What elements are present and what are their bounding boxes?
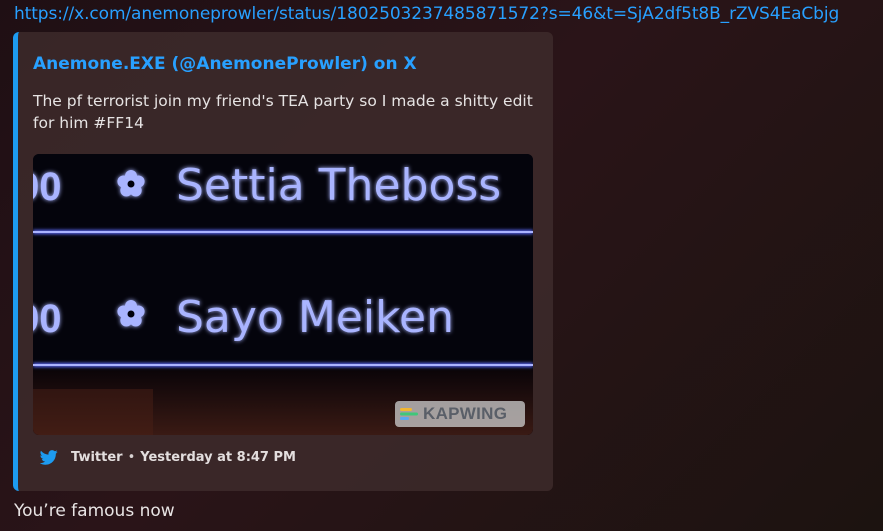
message-content: You’re famous now [14,501,175,521]
row1-name: Settia Theboss [176,160,501,211]
link-embed: Anemone.EXE (@AnemoneProwler) on X The p… [13,32,553,491]
row1-level: 90 [33,165,62,209]
twitter-bird-icon [40,450,58,465]
kapwing-logo-icon [400,408,418,420]
kapwing-watermark-text: KAPWING [423,404,508,423]
embed-media-image[interactable]: 90 Settia Theboss 90 Sayo Meiken KAPWING [33,154,533,435]
embed-timestamp: Yesterday at 8:47 PM [140,450,296,465]
tweet-link[interactable]: https://x.com/anemoneprowler/status/1802… [14,4,839,24]
embed-footer: Twitter • Yesterday at 8:47 PM [40,450,296,465]
embed-provider-name: Twitter [71,450,123,465]
row2-level: 90 [33,297,62,341]
footer-separator: • [127,450,136,465]
row2-name: Sayo Meiken [176,292,454,343]
embed-title-link[interactable]: Anemone.EXE (@AnemoneProwler) on X [33,54,417,74]
embed-description: The pf terrorist join my friend's TEA pa… [33,92,533,132]
party-list-image: 90 Settia Theboss 90 Sayo Meiken [33,154,533,435]
kapwing-watermark: KAPWING [395,401,525,427]
